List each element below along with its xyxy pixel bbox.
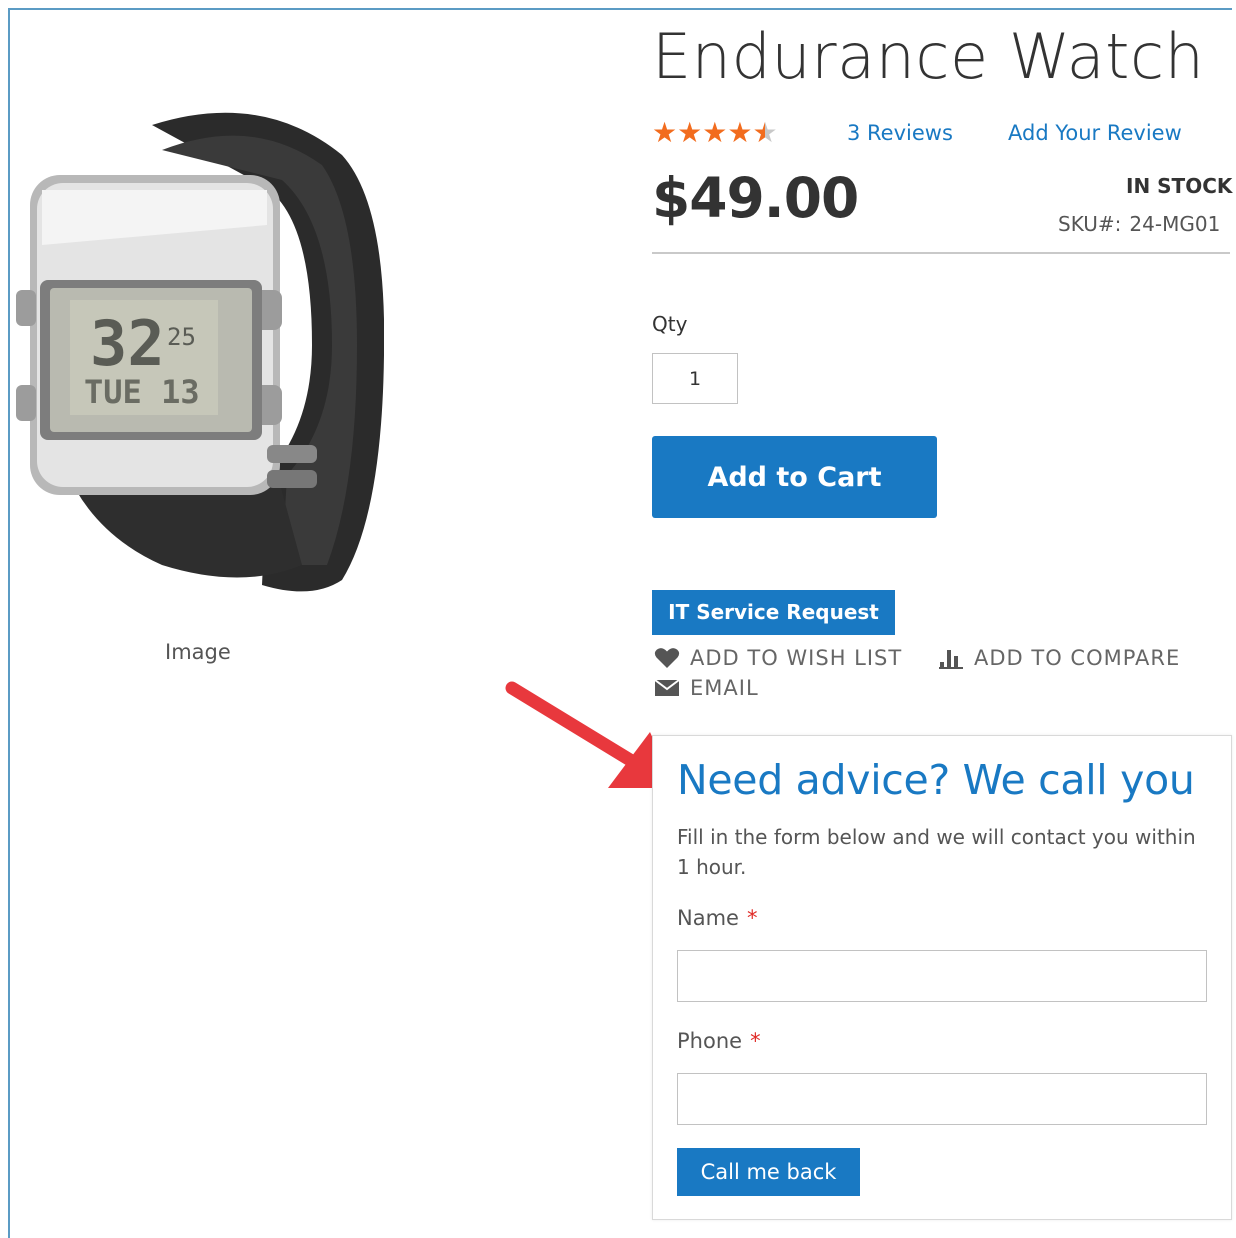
star-icon: ★ [702,116,728,149]
rating-stars: ★★★★★ [652,116,778,150]
callback-title: Need advice? We call you [677,756,1195,804]
sku: SKU#: 24-MG01 [1058,212,1220,236]
add-to-compare-link[interactable]: ADD TO COMPARE [938,646,1180,670]
add-to-wish-list-link[interactable]: ADD TO WISH LIST [654,646,902,670]
svg-text:TUE 13: TUE 13 [84,373,200,411]
name-label-text: Name [677,906,739,930]
star-icon: ★ [727,116,753,149]
add-review-link[interactable]: Add Your Review [1008,121,1182,145]
half-star-icon: ★ [752,116,778,149]
phone-label-text: Phone [677,1029,743,1053]
stock-status: IN STOCK [1126,174,1233,198]
sku-label: SKU#: [1058,212,1122,236]
star-icon: ★ [677,116,703,149]
compare-label: ADD TO COMPARE [974,646,1181,670]
qty-input[interactable] [652,353,738,404]
add-to-cart-button[interactable]: Add to Cart [652,436,937,518]
bar-chart-icon [938,647,964,669]
callback-widget: Need advice? We call you Fill in the for… [652,735,1232,1220]
sku-value: 24-MG01 [1129,212,1221,236]
image-caption: Image [165,640,231,664]
wish-list-label: ADD TO WISH LIST [690,646,903,670]
phone-field[interactable] [677,1073,1207,1125]
svg-text:32: 32 [90,307,165,380]
call-me-back-button[interactable]: Call me back [677,1148,860,1196]
phone-label: Phone * [677,1029,761,1053]
name-label: Name * [677,906,757,930]
reviews-link[interactable]: 3 Reviews [847,121,953,145]
email-label: EMAIL [690,676,759,700]
product-title: Endurance Watch [652,20,1205,93]
divider [652,252,1230,254]
required-marker: * [750,1029,761,1053]
product-image[interactable]: 32 25 TUE 13 [12,95,385,595]
it-service-request-button[interactable]: IT Service Request [652,590,895,635]
name-field[interactable] [677,950,1207,1002]
qty-label: Qty [652,312,688,336]
price: $49.00 [652,166,859,230]
star-icon: ★ [652,116,678,149]
svg-text:25: 25 [167,323,196,351]
required-marker: * [746,906,758,930]
callback-description: Fill in the form below and we will conta… [677,825,1196,879]
heart-icon [654,647,680,669]
